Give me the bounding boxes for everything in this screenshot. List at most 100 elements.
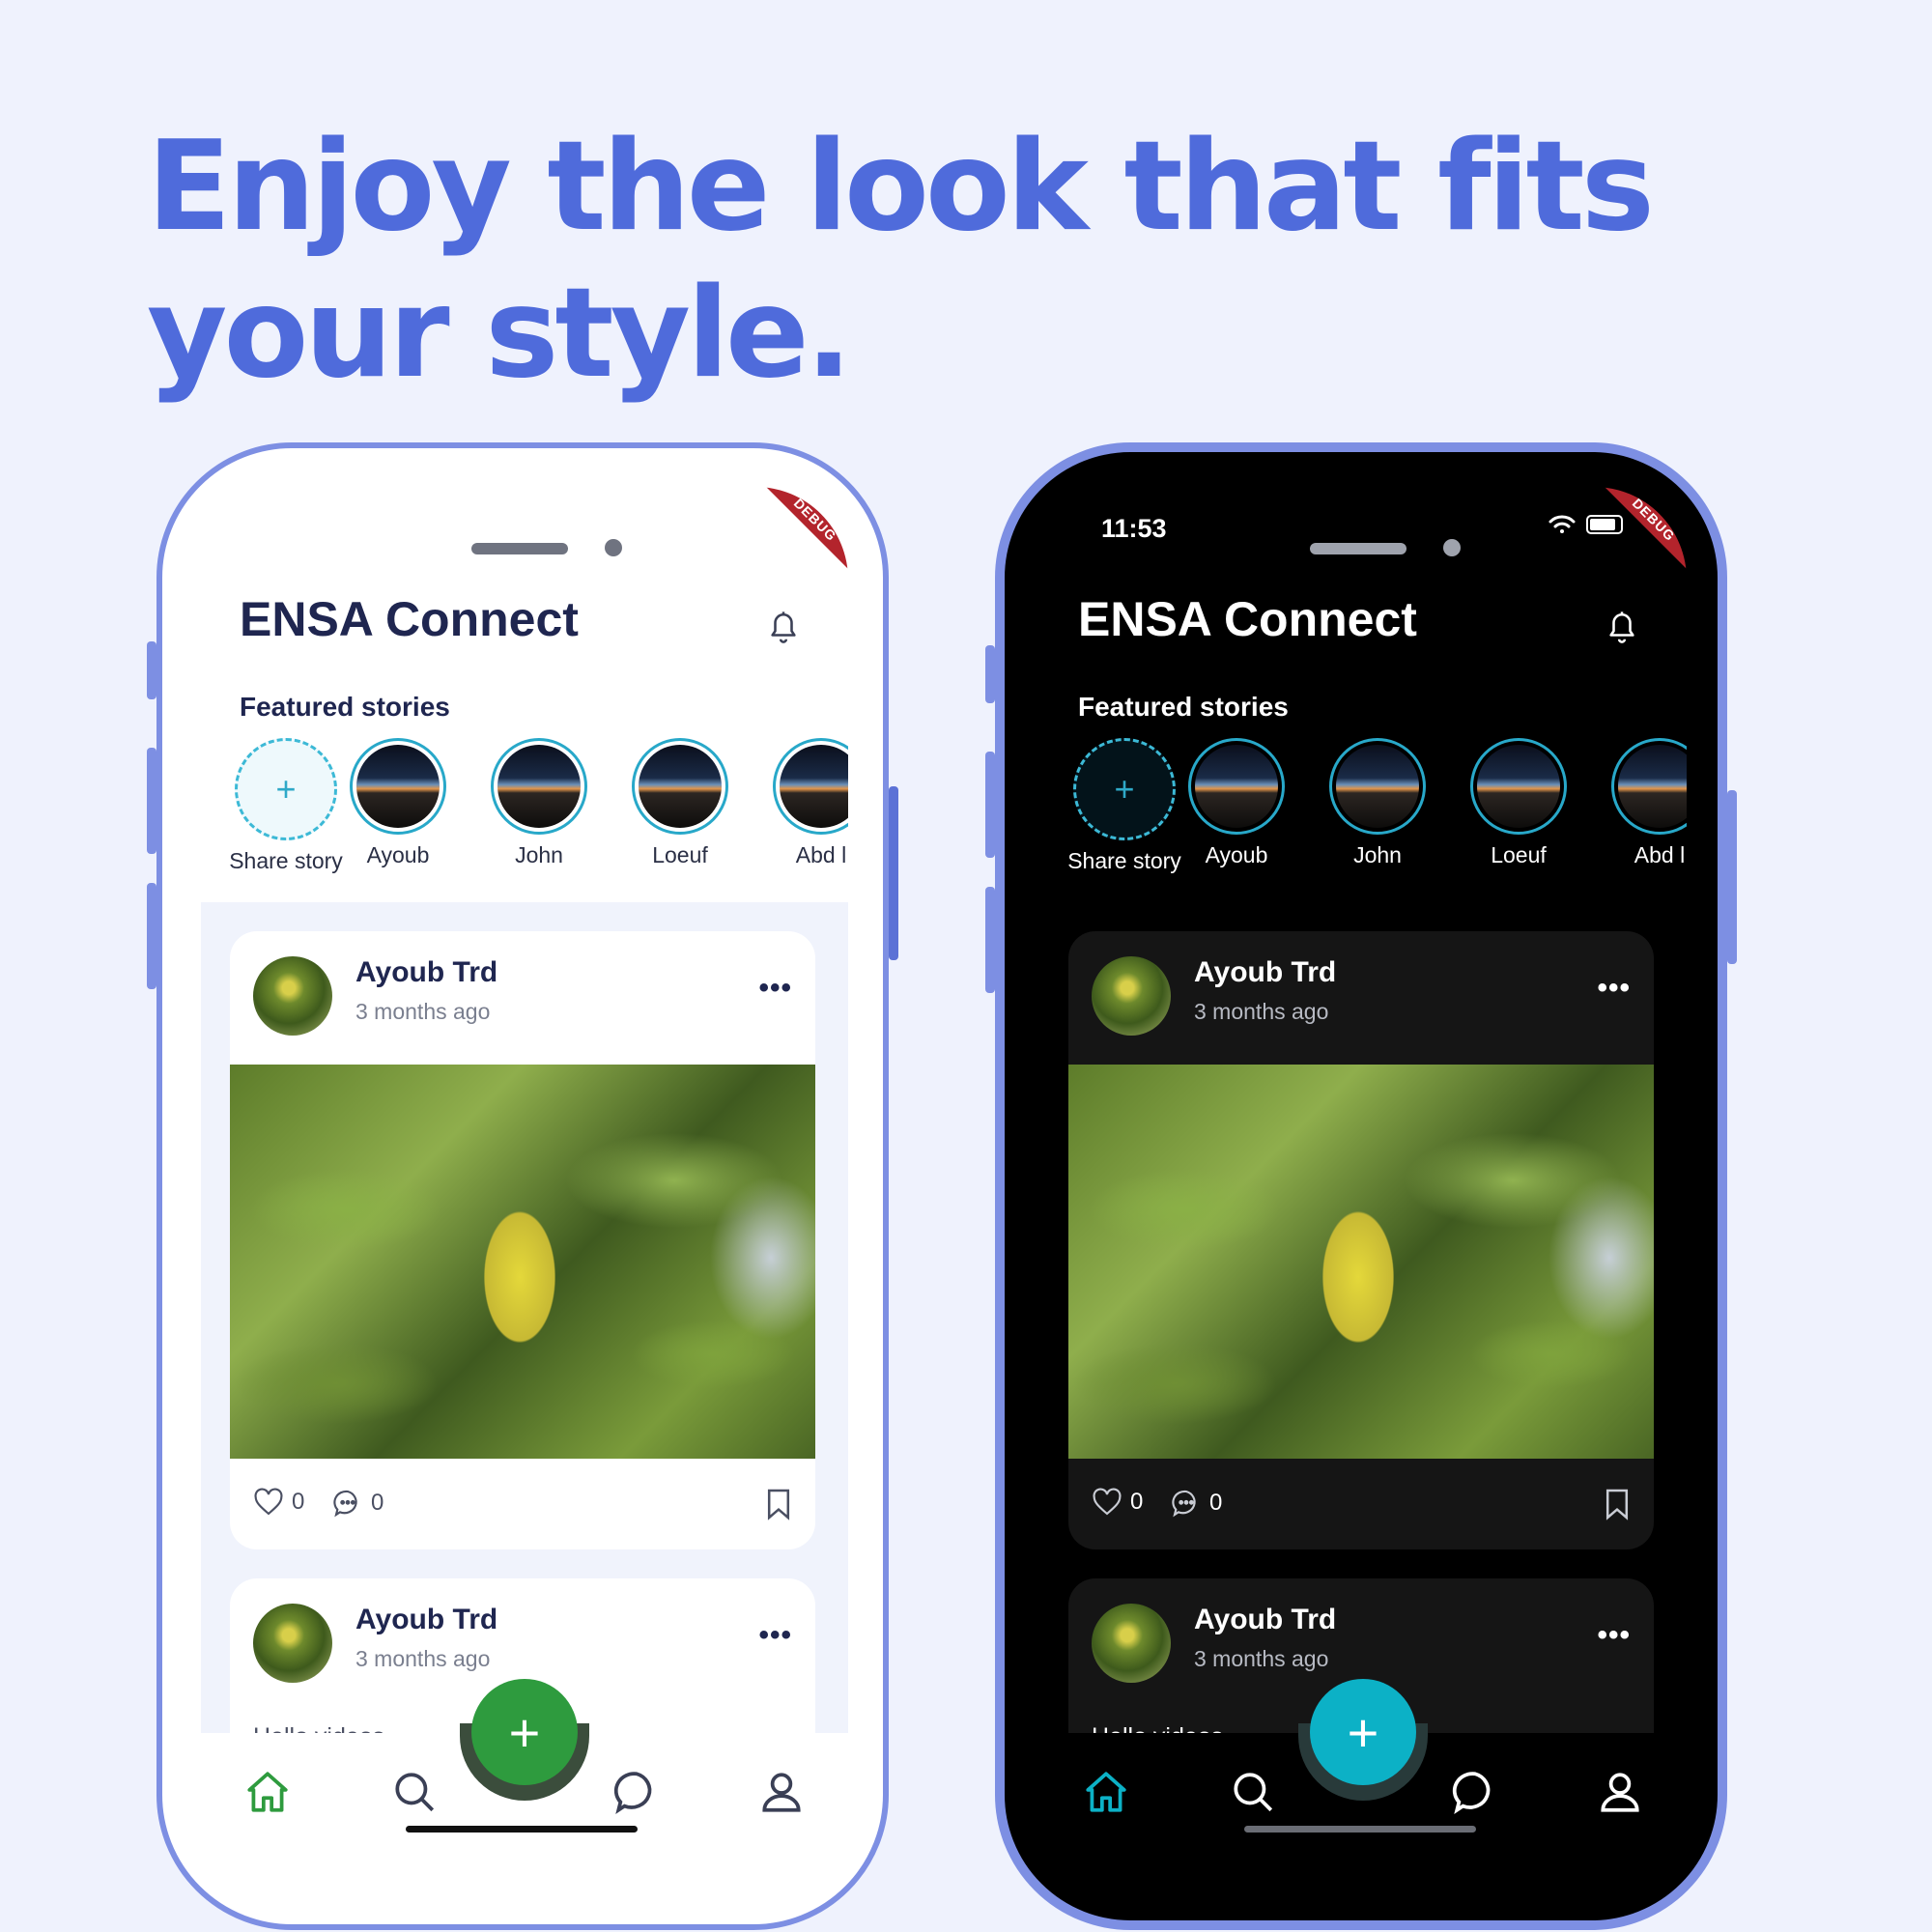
feed: Ayoub Trd 3 months ago ••• 0 0 Ayoub Trd…: [201, 902, 848, 1733]
heart-icon: [254, 1488, 283, 1516]
create-post-button[interactable]: +: [471, 1679, 578, 1785]
story-item[interactable]: Ayoub: [1179, 738, 1294, 868]
chat-icon[interactable]: [1451, 1768, 1499, 1816]
like-button[interactable]: 0: [253, 1488, 304, 1517]
more-options-icon[interactable]: •••: [1597, 972, 1631, 1005]
story-avatar[interactable]: [350, 738, 446, 835]
more-options-icon[interactable]: •••: [758, 1619, 792, 1652]
story-share[interactable]: + Share story: [228, 738, 344, 874]
comment-count: 0: [371, 1490, 384, 1516]
story-label: Loeuf: [652, 842, 708, 867]
post-image[interactable]: [230, 1065, 815, 1459]
bell-icon[interactable]: [767, 609, 800, 645]
post-author[interactable]: Ayoub Trd: [1194, 956, 1336, 989]
add-story-icon[interactable]: +: [1073, 738, 1176, 840]
story-avatar[interactable]: [1188, 738, 1285, 835]
power-button: [889, 786, 898, 960]
story-label: Abd l: [795, 842, 847, 867]
post-image[interactable]: [1068, 1065, 1654, 1459]
story-avatar[interactable]: [1611, 738, 1687, 835]
stories-row: + Share story Ayoub John Loeuf Abd l: [1066, 738, 1687, 883]
comment-button[interactable]: 0: [332, 1488, 384, 1519]
headline-line-1: Enjoy the look that fits: [147, 115, 1655, 259]
search-icon[interactable]: [390, 1768, 439, 1816]
avatar[interactable]: [1092, 1604, 1171, 1683]
story-item[interactable]: Abd l: [1602, 738, 1687, 868]
story-item[interactable]: John: [481, 738, 597, 868]
story-label: Abd l: [1634, 842, 1686, 867]
status-icons: [1548, 514, 1623, 535]
story-item[interactable]: Abd l: [763, 738, 848, 868]
search-icon[interactable]: [1229, 1768, 1277, 1816]
post-timestamp: 3 months ago: [355, 1646, 491, 1671]
speaker: [1310, 543, 1406, 554]
story-avatar[interactable]: [1470, 738, 1567, 835]
post-text: Hello videos: [253, 1723, 384, 1733]
post-author[interactable]: Ayoub Trd: [355, 956, 497, 989]
story-item[interactable]: John: [1320, 738, 1435, 868]
bookmark-icon[interactable]: [765, 1488, 792, 1520]
story-label: Loeuf: [1491, 842, 1547, 867]
post-author[interactable]: Ayoub Trd: [1194, 1604, 1336, 1636]
battery-icon: [1586, 515, 1623, 534]
like-count: 0: [292, 1489, 305, 1515]
create-post-button[interactable]: +: [1310, 1679, 1416, 1785]
story-item[interactable]: Loeuf: [622, 738, 738, 868]
front-camera: [605, 539, 622, 556]
comment-icon: [1172, 1490, 1196, 1518]
bell-icon[interactable]: [1605, 609, 1638, 645]
headline: Enjoy the look that fits your style.: [147, 114, 1789, 408]
home-icon[interactable]: [243, 1768, 292, 1816]
wifi-icon: [1548, 515, 1576, 533]
home-icon[interactable]: [1082, 1768, 1130, 1816]
volume-up-button: [147, 748, 156, 854]
post-author[interactable]: Ayoub Trd: [355, 1604, 497, 1636]
comment-icon: [333, 1490, 357, 1518]
heart-icon: [1093, 1488, 1122, 1516]
post-timestamp: 3 months ago: [355, 999, 491, 1024]
post-card: Ayoub Trd 3 months ago ••• 0 0: [1068, 931, 1654, 1549]
mute-switch: [147, 641, 156, 699]
story-label: Ayoub: [1205, 842, 1268, 867]
avatar[interactable]: [253, 956, 332, 1036]
story-label: John: [515, 842, 563, 867]
featured-stories-title: Featured stories: [1078, 692, 1289, 722]
featured-stories-title: Featured stories: [240, 692, 450, 722]
post-timestamp: 3 months ago: [1194, 999, 1329, 1024]
story-label: John: [1353, 842, 1402, 867]
add-story-icon[interactable]: +: [235, 738, 337, 840]
avatar[interactable]: [253, 1604, 332, 1683]
like-button[interactable]: 0: [1092, 1488, 1143, 1517]
volume-down-button: [985, 887, 995, 993]
post-header: Ayoub Trd 3 months ago •••: [230, 931, 815, 1065]
dark-phone: 11:53 DEBUG ENSA Connect Featured storie…: [985, 442, 1737, 1930]
stories-row: + Share story Ayoub John Loeuf Abd l: [228, 738, 848, 883]
story-item[interactable]: Loeuf: [1461, 738, 1577, 868]
home-indicator[interactable]: [406, 1826, 638, 1833]
story-item[interactable]: Ayoub: [340, 738, 456, 868]
post-header: Ayoub Trd 3 months ago •••: [1068, 931, 1654, 1065]
volume-down-button: [147, 883, 156, 989]
app-title: ENSA Connect: [240, 592, 579, 646]
chat-icon[interactable]: [612, 1768, 661, 1816]
story-avatar[interactable]: [773, 738, 848, 835]
status-time: 11:53: [1101, 514, 1167, 543]
story-label: Ayoub: [366, 842, 430, 867]
story-avatar[interactable]: [1329, 738, 1426, 835]
bookmark-icon[interactable]: [1604, 1488, 1631, 1520]
profile-icon[interactable]: [1596, 1768, 1644, 1816]
story-share[interactable]: + Share story: [1066, 738, 1182, 874]
more-options-icon[interactable]: •••: [1597, 1619, 1631, 1652]
debug-banner: DEBUG: [759, 487, 848, 576]
post-actions: 0 0: [1068, 1459, 1654, 1549]
notch: [1184, 487, 1551, 543]
story-avatar[interactable]: [632, 738, 728, 835]
mute-switch: [985, 645, 995, 703]
app-title: ENSA Connect: [1078, 592, 1417, 646]
story-avatar[interactable]: [491, 738, 587, 835]
comment-button[interactable]: 0: [1171, 1488, 1222, 1519]
profile-icon[interactable]: [757, 1768, 806, 1816]
home-indicator[interactable]: [1244, 1826, 1476, 1833]
avatar[interactable]: [1092, 956, 1171, 1036]
more-options-icon[interactable]: •••: [758, 972, 792, 1005]
